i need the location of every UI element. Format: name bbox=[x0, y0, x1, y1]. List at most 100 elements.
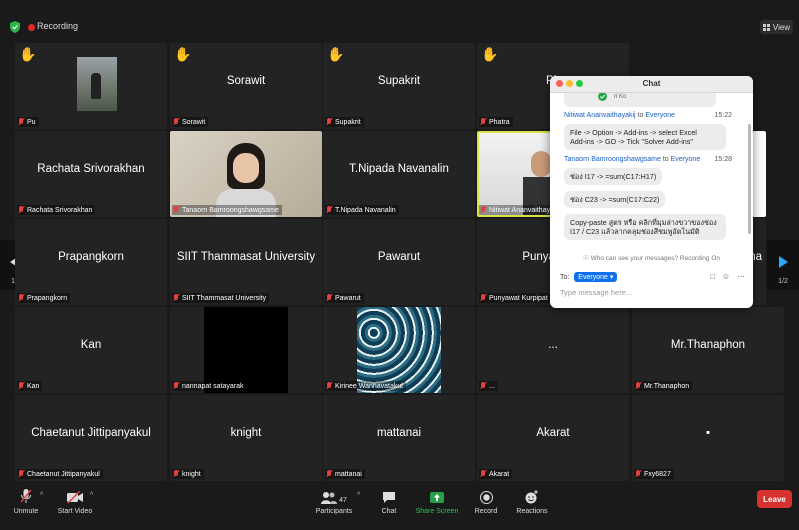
message-line: File -> Option -> Add-ins -> select Exce… bbox=[570, 128, 697, 137]
meeting-toolbar: Unmute ^ Start Video ^ 47 Participants ^… bbox=[0, 484, 799, 530]
recipient-name: Everyone bbox=[645, 112, 675, 119]
video-tile[interactable]: SIIT Thammasat University SIIT Thammasat … bbox=[170, 219, 322, 305]
people-icon: ☉ bbox=[583, 255, 589, 262]
microphone-muted-icon bbox=[18, 382, 24, 390]
sender-name: Nitiwat Ananvaithayakij bbox=[564, 112, 636, 119]
unmute-label: Unmute bbox=[13, 508, 39, 515]
chat-messages[interactable]: ri Ko Nitiwat Ananvaithayakij to Everyon… bbox=[550, 93, 746, 253]
video-tile[interactable]: knight knight bbox=[170, 395, 322, 481]
video-tile[interactable]: mattanai mattanai bbox=[323, 395, 475, 481]
microphone-muted-icon bbox=[20, 489, 32, 503]
view-label: View bbox=[772, 22, 791, 32]
microphone-muted-icon bbox=[480, 206, 486, 214]
participant-label: Kirinee Wannavatakul bbox=[325, 381, 406, 391]
recipient-selector[interactable]: To: Everyone ▾ bbox=[560, 272, 618, 282]
video-tile[interactable]: Rachata Srivorakhan Rachata Srivorakhan bbox=[15, 131, 167, 217]
chat-bubble: Copy-paste สูตร หรือ คลิกที่มุมล่างขวาขอ… bbox=[564, 214, 726, 240]
video-tile[interactable]: Pawarut Pawarut bbox=[323, 219, 475, 305]
video-tile[interactable]: Prapangkorn Prapangkorn bbox=[15, 219, 167, 305]
participant-name: Fxy6827 bbox=[644, 470, 671, 478]
emoji-icon[interactable]: ☺ bbox=[722, 272, 730, 281]
microphone-muted-icon bbox=[173, 206, 179, 214]
video-tile[interactable]: Kirinee Wannavatakul bbox=[323, 307, 475, 393]
reactions-label: Reactions bbox=[516, 508, 548, 515]
grid-icon bbox=[762, 23, 770, 31]
chat-actions: □ ☺ ⋯ bbox=[710, 272, 745, 281]
raised-hand-icon: ✋ bbox=[19, 46, 37, 62]
share-screen-button[interactable]: Share Screen bbox=[414, 484, 460, 515]
participant-name: nannapat satayarak bbox=[182, 382, 244, 390]
microphone-muted-icon bbox=[173, 382, 179, 390]
video-tile[interactable]: Akarat Akarat bbox=[477, 395, 629, 481]
video-tile[interactable]: ...... bbox=[477, 307, 629, 393]
video-tile[interactable]: Mr.Thanaphon Mr.Thanaphon bbox=[632, 307, 784, 393]
participant-name: Kirinee Wannavatakul bbox=[335, 382, 403, 390]
microphone-muted-icon bbox=[480, 382, 486, 390]
participant-name: Supakrit bbox=[335, 118, 361, 126]
video-tile[interactable]: ▪ Fxy6827 bbox=[632, 395, 784, 481]
video-tile[interactable]: nannapat satayarak bbox=[170, 307, 322, 393]
message-input[interactable]: Type message here... bbox=[560, 288, 632, 297]
participant-label: Punyawat Kurpipat bbox=[479, 293, 551, 303]
participants-caret-icon[interactable]: ^ bbox=[357, 492, 360, 499]
recipient-dropdown[interactable]: Everyone ▾ bbox=[574, 272, 618, 282]
record-button[interactable]: Record bbox=[472, 484, 500, 515]
participant-name: Tanaorn Bamroongshawgsame bbox=[182, 206, 279, 214]
participant-name-display: Supakrit bbox=[377, 75, 421, 87]
file-icon[interactable]: □ bbox=[710, 272, 715, 281]
participant-label: nannapat satayarak bbox=[172, 381, 247, 391]
participant-name: Phatra bbox=[489, 118, 510, 126]
check-icon bbox=[598, 93, 607, 101]
audio-options-caret-icon[interactable]: ^ bbox=[40, 492, 43, 499]
video-tile[interactable]: ✋ Sorawit Sorawit bbox=[170, 43, 322, 129]
reactions-button[interactable]: Reactions bbox=[515, 484, 549, 515]
shield-icon[interactable] bbox=[10, 21, 20, 33]
video-tile[interactable]: Tanaorn Bamroongshawgsame bbox=[170, 131, 322, 217]
video-tile[interactable]: ✋ Supakrit Supakrit bbox=[323, 43, 475, 129]
chat-scrollbar[interactable] bbox=[748, 124, 751, 234]
chat-button[interactable]: Chat bbox=[376, 484, 402, 515]
to-word: to bbox=[637, 112, 644, 119]
message-line: Add-ins -> GO -> Tick "Solver Add-ins" bbox=[570, 137, 693, 146]
participant-label: Tanaorn Bamroongshawgsame bbox=[172, 205, 282, 215]
participant-label: Pu bbox=[17, 117, 39, 127]
leave-button[interactable]: Leave bbox=[757, 490, 792, 508]
chat-bubble-previous: ri Ko bbox=[564, 93, 716, 107]
participant-label: Sorawit bbox=[172, 117, 209, 127]
chat-panel[interactable]: Chat ri Ko Nitiwat Ananvaithayakij to Ev… bbox=[550, 76, 753, 308]
participants-button[interactable]: 47 Participants bbox=[314, 484, 354, 515]
participant-name-display: Pawarut bbox=[377, 251, 421, 263]
participant-name: knight bbox=[182, 470, 201, 478]
participant-name: Mr.Thanaphon bbox=[644, 382, 690, 390]
microphone-muted-icon bbox=[18, 294, 24, 302]
participant-label: mattanai bbox=[325, 469, 365, 479]
microphone-muted-icon bbox=[173, 294, 179, 302]
participant-name: Sorawit bbox=[182, 118, 206, 126]
participant-name-display: ... bbox=[548, 339, 558, 351]
video-tile[interactable]: Kan Kan bbox=[15, 307, 167, 393]
participant-name: T.Nipada Navanalin bbox=[335, 206, 396, 214]
meeting-top-bar: Recording View bbox=[0, 0, 799, 40]
participant-name: Prapangkorn bbox=[27, 294, 68, 302]
video-tile[interactable]: Chaetanut Jittipanyakul Chaetanut Jittipa… bbox=[15, 395, 167, 481]
more-icon[interactable]: ⋯ bbox=[737, 272, 745, 281]
participants-icon bbox=[321, 492, 338, 504]
visibility-notice-text: Who can see your messages? Recording On bbox=[590, 255, 720, 262]
next-page-button[interactable]: 1/2 bbox=[767, 240, 799, 290]
participant-name: Kan bbox=[27, 382, 40, 390]
participant-label: Kan bbox=[17, 381, 43, 391]
participant-name-display: Akarat bbox=[536, 427, 570, 439]
participant-name: Pawarut bbox=[335, 294, 361, 302]
video-tile[interactable]: T.Nipada Navanalin T.Nipada Navanalin bbox=[323, 131, 475, 217]
participant-name-display: Prapangkorn bbox=[58, 251, 124, 263]
video-tile[interactable]: ✋ Pu bbox=[15, 43, 167, 129]
recording-visibility-notice[interactable]: ☉ Who can see your messages? Recording O… bbox=[550, 254, 753, 262]
participant-label: Nitiwat Ananvaithayak bbox=[479, 205, 561, 215]
unmute-button[interactable]: Unmute bbox=[10, 484, 42, 515]
view-button[interactable]: View bbox=[760, 20, 793, 34]
participant-name: Nitiwat Ananvaithayak bbox=[489, 206, 558, 214]
start-video-button[interactable]: Start Video bbox=[55, 484, 95, 515]
video-options-caret-icon[interactable]: ^ bbox=[90, 492, 93, 499]
microphone-muted-icon bbox=[635, 470, 641, 478]
participant-name: Rachata Srivorakhan bbox=[27, 206, 93, 214]
